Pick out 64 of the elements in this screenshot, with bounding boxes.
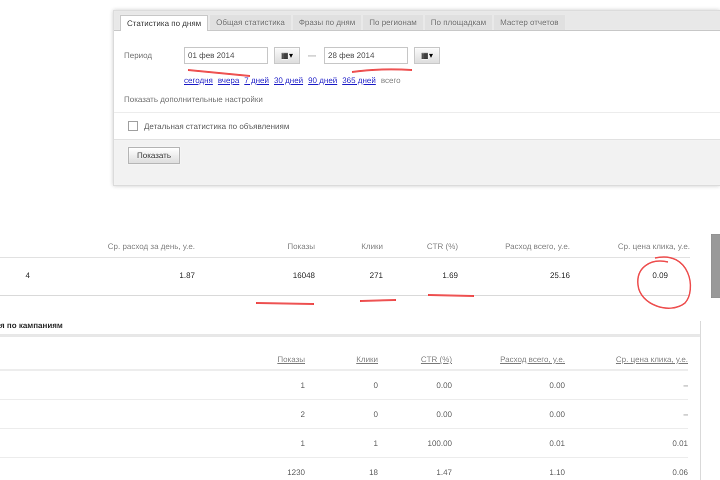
table-cell: 16048 xyxy=(195,258,315,296)
column-header: Показы xyxy=(195,242,315,258)
checkbox-label: Детальная статистика по объявлениям xyxy=(144,122,290,130)
period-link[interactable]: 7 дней xyxy=(244,76,269,85)
all-label: всего xyxy=(380,76,401,85)
table-cell: 1.69 xyxy=(383,258,458,296)
underline-mark xyxy=(188,69,250,77)
table-cell: 1230 xyxy=(240,458,305,480)
table-cell: 1 xyxy=(305,429,378,458)
column-header: Ср. цена клика, у.е. xyxy=(570,242,690,258)
table-cell: 0.00 xyxy=(378,400,452,429)
table-cell: 0.01 xyxy=(565,429,688,458)
table-cell: 0.00 xyxy=(452,400,565,429)
show-button[interactable]: Показать xyxy=(128,147,180,164)
underline-mark xyxy=(428,294,474,297)
period-link[interactable]: 30 дней xyxy=(274,76,304,85)
table-cell: 18 xyxy=(305,458,378,480)
circle-mark xyxy=(637,256,692,309)
table-cell: – xyxy=(565,371,688,400)
dash: — xyxy=(308,51,316,60)
table-cell: 1.47 xyxy=(378,458,452,480)
table-cell: 1.10 xyxy=(452,458,565,480)
table-cell: 0.01 xyxy=(452,429,565,458)
column-header: Расход всего, у.е. xyxy=(458,242,570,258)
underline-mark xyxy=(360,299,396,302)
scrollbar[interactable] xyxy=(711,234,720,298)
column-header[interactable]: CTR (%) xyxy=(378,337,452,371)
column-header[interactable]: Ср. цена клика, у.е. xyxy=(565,337,688,371)
table-cell: 0 xyxy=(305,371,378,400)
table-cell: 0.09 xyxy=(570,258,690,296)
period-link[interactable]: 90 дней xyxy=(308,76,338,85)
column-header[interactable]: Показы xyxy=(240,337,305,371)
period-label: Период xyxy=(124,51,154,60)
column-header[interactable]: Расход всего, у.е. xyxy=(452,337,565,371)
calendar-button[interactable]: ▦▾ xyxy=(414,47,440,64)
period-link[interactable]: сегодня xyxy=(184,76,213,85)
table-cell: 1.87 xyxy=(30,258,195,296)
table-cell: 1 xyxy=(240,429,305,458)
date-field[interactable]: 28 фев 2014 xyxy=(324,47,408,64)
underline-mark xyxy=(352,68,412,73)
checkbox[interactable] xyxy=(128,121,138,131)
table-cell: 0.00 xyxy=(378,371,452,400)
period-link[interactable]: 365 дней xyxy=(342,76,376,85)
date-field[interactable]: 01 фев 2014 xyxy=(184,47,268,64)
column-header: CTR (%) xyxy=(383,242,458,258)
table-cell: 25.16 xyxy=(458,258,570,296)
column-header: Ср. расход за день, у.е. xyxy=(30,242,195,258)
table-cell: – xyxy=(565,400,688,429)
underline-mark xyxy=(256,302,314,305)
section-title: я по кампаниям xyxy=(0,321,700,337)
period-link[interactable]: вчера xyxy=(218,76,240,85)
column-header[interactable]: Клики xyxy=(305,337,378,371)
settings-link[interactable]: Показать дополнительные настройки xyxy=(114,85,720,113)
table-cell: 0.00 xyxy=(452,371,565,400)
column-header: Клики xyxy=(315,242,383,258)
table-cell: 271 xyxy=(315,258,383,296)
calendar-button[interactable]: ▦▾ xyxy=(274,47,300,64)
table-cell: 1 xyxy=(240,371,305,400)
table-cell: 0 xyxy=(305,400,378,429)
table-cell: 4 xyxy=(0,258,30,296)
table-cell: 100.00 xyxy=(378,429,452,458)
tab[interactable]: Статистика по дням xyxy=(120,15,208,31)
table-cell: 0.06 xyxy=(565,458,688,480)
table-cell: 2 xyxy=(240,400,305,429)
